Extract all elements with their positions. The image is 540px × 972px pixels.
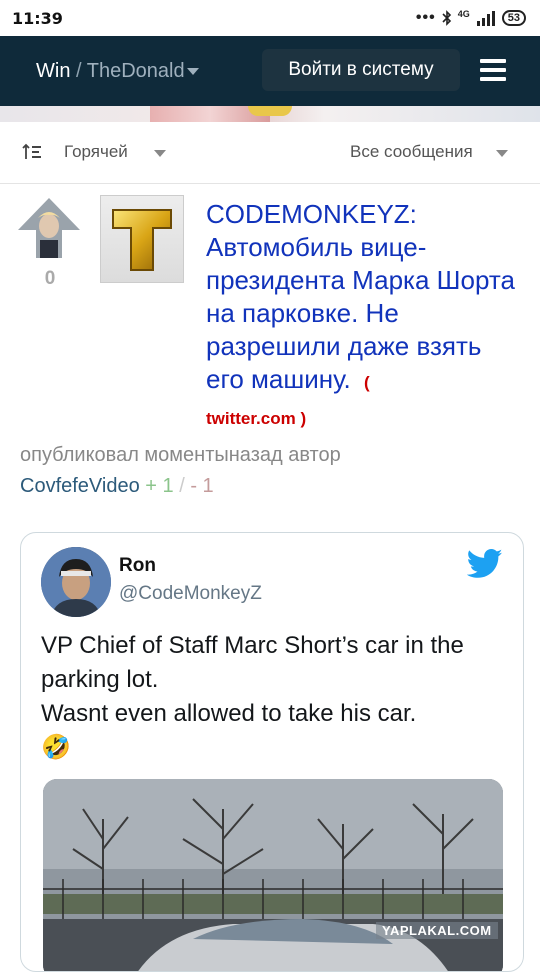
post-title-block: CODEMONKEYZ: Автомобиль вице-президента … — [206, 198, 524, 435]
login-button[interactable]: Войти в систему — [262, 49, 460, 91]
domain-close-paren: ) — [300, 409, 307, 428]
filter-dropdown[interactable]: Все сообщения — [350, 142, 473, 162]
sort-icon[interactable] — [22, 142, 42, 162]
signal-icon — [476, 11, 495, 26]
sort-dropdown[interactable]: Горячей — [64, 142, 128, 162]
header-banner — [0, 106, 540, 122]
tweet-photo[interactable] — [43, 779, 503, 971]
more-dots-icon: ••• — [415, 9, 436, 26]
sort-chevron-down-icon[interactable] — [154, 150, 166, 157]
status-time: 11:39 — [12, 8, 63, 28]
domain-open-paren: ( — [364, 373, 370, 392]
tweet-emoji: 🤣 — [41, 734, 71, 761]
embedded-tweet[interactable]: Ron @CodeMonkeyZ VP Chief of Staff Marc … — [20, 532, 524, 972]
upvote-count: + 1 — [145, 475, 174, 497]
network-type-label: 4G — [457, 9, 470, 19]
community-switcher[interactable]: Win / TheDonald — [36, 60, 199, 83]
meta-prefix: опубликовал моментыназад автор — [20, 444, 341, 466]
post-score: 0 — [44, 268, 56, 289]
author-link[interactable]: CovfefeVideo — [20, 475, 140, 497]
chevron-down-icon — [186, 67, 199, 75]
bluetooth-icon — [442, 10, 451, 26]
sort-bar: Горячей Все сообщения — [0, 122, 540, 184]
status-icons: ••• 4G 53 — [416, 9, 526, 27]
battery-indicator: 53 — [501, 10, 526, 26]
status-bar: 11:39 ••• 4G 53 — [0, 0, 540, 36]
twitter-bird-icon[interactable] — [467, 549, 503, 579]
tweet-author-handle[interactable]: @CodeMonkeyZ — [119, 583, 262, 605]
banner-emblem-graphic — [248, 106, 292, 116]
tweet-photo-image — [43, 779, 503, 971]
tweet-avatar[interactable] — [41, 547, 111, 617]
community-name: TheDonald — [86, 59, 185, 82]
tweet-author-name[interactable]: Ron — [119, 555, 156, 577]
breadcrumb-separator: / — [70, 59, 87, 82]
post-meta: опубликовал моментыназад автор CovfefeVi… — [20, 440, 520, 502]
tweet-body: VP Chief of Staff Marc Short’s car in th… — [41, 632, 464, 727]
site-name: Win — [36, 59, 71, 82]
upvote-icon[interactable] — [16, 196, 82, 260]
tweet-text: VP Chief of Staff Marc Short’s car in th… — [41, 629, 511, 765]
watermark: YAPLAKAL.COM — [376, 922, 498, 939]
site-header: Win / TheDonald Войти в систему — [0, 36, 540, 106]
hamburger-menu-icon[interactable] — [478, 56, 508, 84]
post-title-link[interactable]: CODEMONKEYZ: Автомобиль вице-президента … — [206, 199, 515, 394]
thumbnail-letter-logo — [112, 209, 172, 271]
vote-separator: / — [179, 475, 185, 497]
domain-link[interactable]: twitter.com — [206, 409, 296, 428]
filter-chevron-down-icon[interactable] — [496, 150, 508, 157]
downvote-count: - 1 — [190, 475, 214, 497]
post-thumbnail[interactable]: T — [100, 195, 184, 283]
